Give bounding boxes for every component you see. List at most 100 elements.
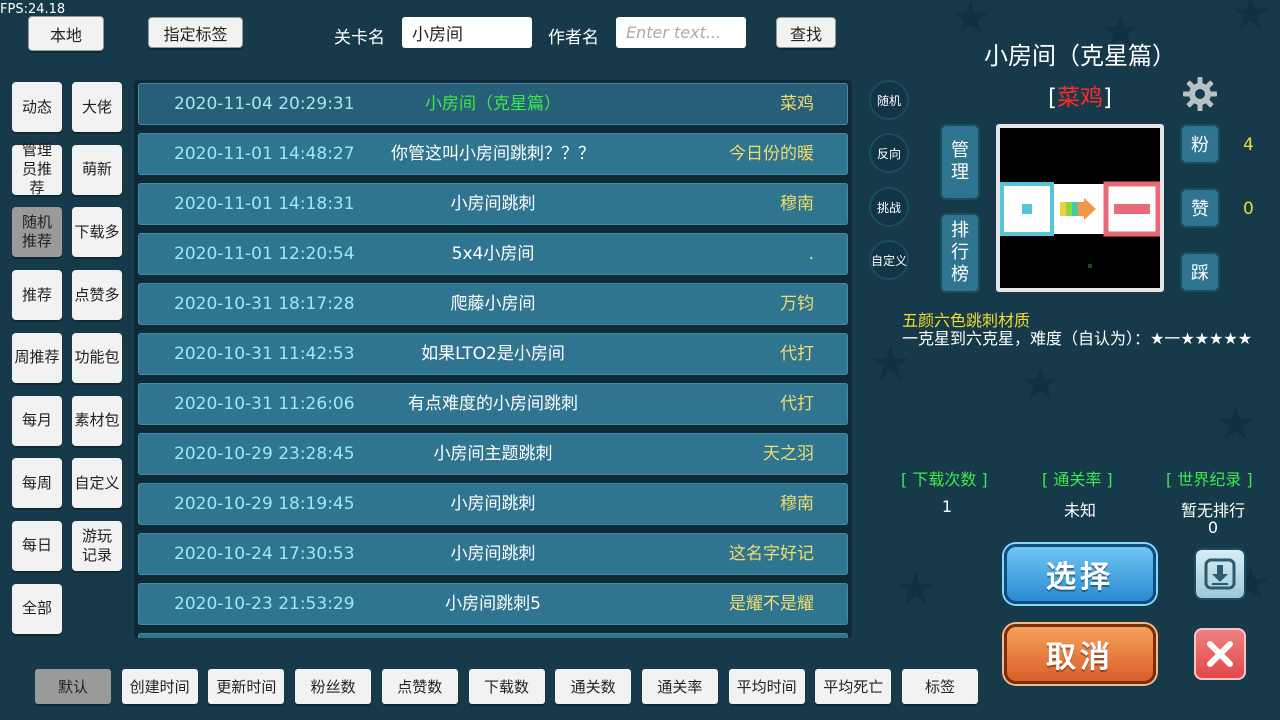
category-button[interactable]: 管理员推荐 xyxy=(12,141,62,197)
level-date: 2020-11-01 14:48:27 xyxy=(174,144,355,164)
like-button[interactable]: 赞 xyxy=(1180,188,1220,228)
download-button[interactable] xyxy=(1194,548,1246,600)
level-name: 小房间（克星篇） xyxy=(425,94,561,114)
level-date: 2020-10-31 11:26:06 xyxy=(174,394,355,414)
category-button[interactable]: 推荐 xyxy=(12,270,62,321)
sort-button[interactable]: 粉丝数 xyxy=(295,669,372,704)
background-star-icon: ★ xyxy=(895,561,937,615)
level-row[interactable]: 2020-11-04 20:29:31 小房间（克星篇） 菜鸡 xyxy=(138,83,848,125)
challenge-mode-button[interactable]: 挑战 xyxy=(869,187,909,227)
dislike-button[interactable]: 踩 xyxy=(1180,252,1220,292)
level-author: 代打 xyxy=(780,394,814,414)
category-button[interactable]: 点赞多 xyxy=(72,270,122,321)
category-button[interactable]: 素材包 xyxy=(72,395,122,446)
level-row[interactable]: 2020-10-31 11:42:53 如果LTO2是小房间 代打 xyxy=(138,333,848,375)
author-name-input[interactable]: Enter text... xyxy=(616,17,746,48)
level-name: 有点难度的小房间跳刺 xyxy=(408,394,578,414)
level-date: 2020-10-29 18:19:45 xyxy=(174,494,355,514)
fans-button[interactable]: 粉 xyxy=(1180,124,1220,164)
category-button[interactable]: 每周 xyxy=(12,458,62,509)
sort-button[interactable]: 平均死亡 xyxy=(815,669,892,704)
level-date: 2020-10-31 18:17:28 xyxy=(174,294,355,314)
sort-button[interactable]: 点赞数 xyxy=(381,669,458,704)
sort-button[interactable]: 通关数 xyxy=(555,669,632,704)
level-date: 2020-10-31 11:42:53 xyxy=(174,344,355,364)
level-name: 小房间跳刺5 xyxy=(445,594,541,614)
clear-rate-value: 未知 xyxy=(1063,501,1096,520)
manage-button[interactable]: 管理 xyxy=(940,124,980,200)
level-author: 穆南 xyxy=(780,194,814,214)
level-row[interactable]: 2020-11-01 14:18:31 小房间跳刺 穆南 xyxy=(138,183,848,225)
level-row[interactable]: 2020-11-01 12:20:54 5x4小房间. xyxy=(138,233,848,275)
settings-gear-icon[interactable] xyxy=(1182,76,1218,112)
category-button[interactable]: 大佬 xyxy=(72,82,122,132)
level-author: 代打 xyxy=(780,344,814,364)
category-button[interactable]: 游玩记录 xyxy=(72,520,122,571)
level-row[interactable]: 2020-10-29 18:19:45 小房间跳刺 穆南 xyxy=(138,483,848,525)
custom-mode-button[interactable]: 自定义 xyxy=(869,240,909,280)
clear-rate-header: [ 通关率 ] xyxy=(1042,470,1113,489)
background-star-icon: ★ xyxy=(1215,396,1257,450)
cancel-button[interactable]: 取消 xyxy=(1004,624,1156,684)
select-button[interactable]: 选择 xyxy=(1004,544,1156,604)
close-button[interactable] xyxy=(1194,628,1246,680)
sort-button[interactable]: 更新时间 xyxy=(208,669,285,704)
category-button[interactable]: 功能包 xyxy=(72,332,122,383)
sort-button[interactable]: 通关率 xyxy=(641,669,718,704)
level-date: 2020-11-04 20:29:31 xyxy=(174,94,355,114)
level-preview-image xyxy=(996,124,1164,292)
category-button[interactable]: 全部 xyxy=(12,583,62,634)
reverse-mode-button[interactable]: 反向 xyxy=(869,133,909,173)
sort-button[interactable]: 默认 xyxy=(35,669,111,704)
sort-button[interactable]: 平均时间 xyxy=(728,669,805,704)
level-author: 这名字好记 xyxy=(729,544,814,564)
level-row[interactable]: 2020-10-29 23:28:45 小房间主题跳刺 天之羽 xyxy=(138,433,848,475)
fans-count: 4 xyxy=(1243,135,1254,155)
sort-button[interactable]: 创建时间 xyxy=(121,669,198,704)
level-date: 2020-10-24 17:30:53 xyxy=(174,544,355,564)
level-row[interactable] xyxy=(138,633,848,638)
level-author: 是耀不是耀 xyxy=(729,594,814,614)
level-author[interactable]: [菜鸡] xyxy=(960,78,1200,112)
tag-filter-button[interactable]: 指定标签 xyxy=(148,17,243,48)
random-mode-button[interactable]: 随机 xyxy=(869,80,909,120)
level-name: 5x4小房间 xyxy=(451,244,535,264)
level-row[interactable]: 2020-10-24 17:30:53 小房间跳刺 这名字好记 xyxy=(138,533,848,575)
level-name-input[interactable]: 小房间 xyxy=(402,17,532,48)
category-button[interactable]: 周推荐 xyxy=(12,332,62,383)
category-button[interactable]: 萌新 xyxy=(72,144,122,195)
author-bracket-close: ] xyxy=(1103,85,1112,111)
category-button[interactable]: 随机推荐 xyxy=(12,207,62,258)
leaderboard-button-label: 排行榜 xyxy=(951,220,969,285)
level-row[interactable]: 2020-10-23 21:53:29 小房间跳刺5 是耀不是耀 xyxy=(138,583,848,625)
author-bracket-open: [ xyxy=(1048,85,1057,111)
background-star-icon: ★ xyxy=(950,0,992,44)
level-name: 小房间跳刺 xyxy=(450,494,536,514)
world-record-header: [ 世界纪录 ] xyxy=(1166,470,1253,489)
downloads-header: [ 下载次数 ] xyxy=(901,470,988,489)
category-button[interactable]: 自定义 xyxy=(72,458,122,509)
category-button[interactable]: 下载多 xyxy=(72,207,122,258)
close-icon xyxy=(1207,641,1233,667)
sort-button[interactable]: 下载数 xyxy=(468,669,545,704)
search-button[interactable]: 查找 xyxy=(776,17,836,48)
level-row[interactable]: 2020-10-31 18:17:28 爬藤小房间 万钧 xyxy=(138,283,848,325)
level-title: 小房间（克星篇） xyxy=(984,42,1176,70)
level-name: 小房间主题跳刺 xyxy=(433,444,553,464)
level-row[interactable]: 2020-10-31 11:26:06 有点难度的小房间跳刺 代打 xyxy=(138,383,848,425)
author-name: 菜鸡 xyxy=(1057,85,1103,111)
level-name: 你管这叫小房间跳刺？？？ xyxy=(391,144,595,164)
level-author: 今日份的暖 xyxy=(729,144,814,164)
level-list[interactable]: 2020-11-04 20:29:31 小房间（克星篇） 菜鸡 2020-11-01 … xyxy=(134,80,852,638)
level-author: . xyxy=(808,244,814,264)
sort-button[interactable]: 标签 xyxy=(902,669,978,704)
category-button[interactable]: 每日 xyxy=(12,520,62,571)
level-row[interactable]: 2020-11-01 14:48:27 你管这叫小房间跳刺？？？ 今日份的暖 xyxy=(138,133,848,175)
category-button[interactable]: 动态 xyxy=(12,82,62,132)
level-date: 2020-11-01 12:20:54 xyxy=(174,244,355,264)
local-button[interactable]: 本地 xyxy=(28,16,104,51)
fps-counter: FPS:24.18 xyxy=(0,2,66,17)
level-author: 天之羽 xyxy=(763,444,814,464)
leaderboard-button[interactable]: 排行榜 xyxy=(940,213,980,293)
category-button[interactable]: 每月 xyxy=(12,395,62,446)
